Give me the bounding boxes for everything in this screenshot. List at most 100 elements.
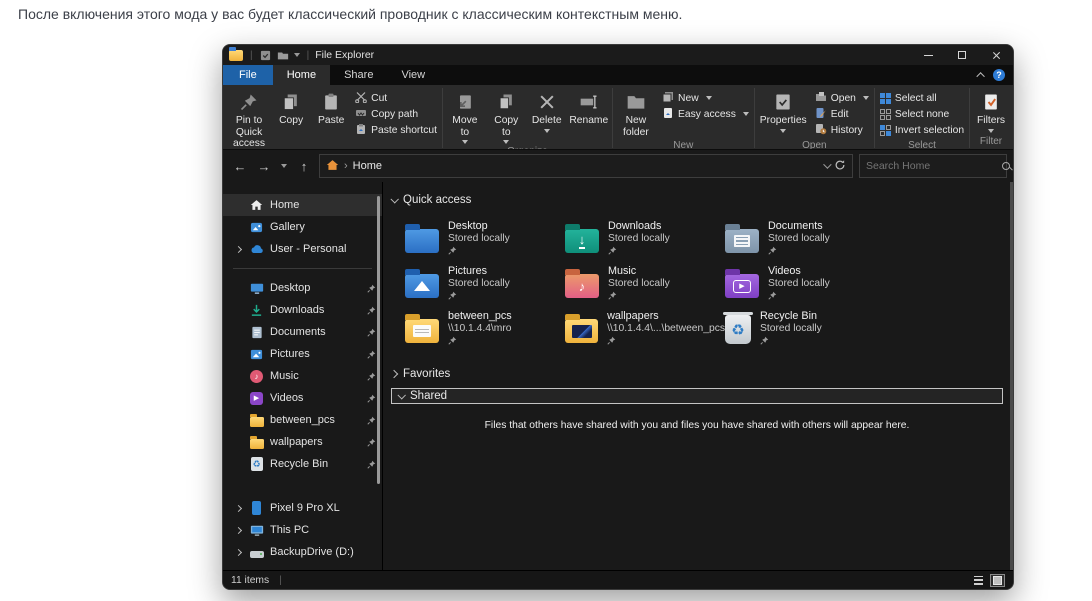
group-separator	[753, 88, 755, 148]
sidebar-item-music[interactable]: ♪ Music	[223, 365, 382, 387]
button-label: Copy	[279, 115, 304, 126]
sidebar-item-between-pcs[interactable]: between_pcs	[223, 409, 382, 431]
filters-button[interactable]: Filters	[971, 89, 1011, 134]
maximize-button[interactable]	[945, 45, 979, 65]
copy-path-icon	[355, 107, 367, 122]
new-item-button[interactable]: New	[662, 91, 749, 105]
tab-share[interactable]: Share	[330, 65, 387, 85]
sidebar-scrollbar[interactable]	[377, 196, 380, 484]
sidebar-item-desktop[interactable]: Desktop	[223, 277, 382, 299]
videos-icon: ▶	[249, 391, 264, 406]
tile-music[interactable]: ♪ Music Stored locally	[565, 263, 725, 307]
copy-to-button[interactable]: Copy to	[486, 89, 527, 145]
properties-qat-icon[interactable]	[260, 49, 272, 61]
sidebar-item-this-pc[interactable]: This PC	[223, 519, 382, 541]
search-input[interactable]	[866, 160, 1001, 172]
refresh-icon[interactable]	[834, 159, 846, 174]
address-field[interactable]: › Home	[319, 154, 853, 178]
sidebar-item-wallpapers[interactable]: wallpapers	[223, 431, 382, 453]
edit-button[interactable]: Edit	[815, 107, 869, 121]
shared-header[interactable]: Shared	[391, 388, 1003, 404]
cut-button[interactable]: Cut	[355, 91, 437, 105]
copy-path-button[interactable]: Copy path	[355, 107, 437, 121]
button-label: Invert selection	[894, 124, 965, 136]
breadcrumb-path[interactable]: Home	[353, 160, 382, 172]
invert-selection-button[interactable]: Invert selection	[879, 123, 965, 137]
expand-chevron-icon[interactable]	[233, 548, 243, 556]
recent-locations-caret-icon[interactable]	[281, 164, 287, 168]
sidebar-item-onedrive-personal[interactable]: User - Personal	[223, 238, 382, 260]
delete-button[interactable]: Delete	[527, 89, 567, 134]
new-folder-qat-icon[interactable]	[277, 49, 289, 61]
back-button[interactable]: ←	[231, 159, 249, 174]
history-button[interactable]: History	[815, 123, 869, 137]
folder-icon	[249, 413, 264, 428]
sidebar-item-documents[interactable]: Documents	[223, 321, 382, 343]
status-bar: 11 items |	[223, 570, 1013, 589]
details-view-button[interactable]	[971, 574, 986, 587]
select-all-button[interactable]: Select all	[879, 91, 964, 105]
content-scrollbar[interactable]	[1010, 182, 1013, 570]
music-icon: ♪	[249, 369, 264, 384]
sidebar-item-recycle-bin[interactable]: ♻ Recycle Bin	[223, 453, 382, 475]
new-folder-icon	[625, 90, 647, 114]
tile-downloads[interactable]: ↓ Downloads Stored locally	[565, 218, 725, 262]
tile-wallpapers[interactable]: wallpapers \\10.1.4.4\...\between_pcs	[565, 308, 725, 352]
home-icon	[249, 198, 264, 213]
pin-to-quick-access-button[interactable]: Pin to Quick access	[227, 89, 271, 151]
paste-shortcut-button[interactable]: Paste shortcut	[355, 123, 437, 137]
minimize-button[interactable]	[911, 45, 945, 65]
up-button[interactable]: ↑	[295, 159, 313, 174]
help-icon[interactable]: ?	[993, 69, 1005, 81]
collapse-ribbon-icon[interactable]	[976, 72, 985, 81]
button-label: Filters	[977, 115, 1006, 126]
close-button[interactable]	[979, 45, 1013, 65]
sidebar-item-backupdrive[interactable]: BackupDrive (D:)	[223, 541, 382, 563]
expand-chevron-icon[interactable]	[233, 245, 243, 253]
tile-desktop[interactable]: Desktop Stored locally	[405, 218, 565, 262]
rename-icon	[578, 90, 600, 114]
sidebar-item-downloads[interactable]: Downloads	[223, 299, 382, 321]
select-none-button[interactable]: Select none	[879, 107, 964, 121]
properties-button[interactable]: Properties	[756, 89, 811, 134]
move-to-button[interactable]: Move to	[444, 89, 486, 145]
onedrive-cloud-icon	[249, 242, 264, 257]
sidebar-item-videos[interactable]: ▶ Videos	[223, 387, 382, 409]
tab-home[interactable]: Home	[272, 65, 331, 85]
folder-icon	[249, 435, 264, 450]
pin-icon	[608, 246, 670, 258]
tile-pictures[interactable]: Pictures Stored locally	[405, 263, 565, 307]
forward-button[interactable]: →	[255, 159, 273, 174]
rename-button[interactable]: Rename	[567, 89, 611, 128]
paste-button[interactable]: Paste	[311, 89, 351, 128]
sidebar-item-home[interactable]: Home	[223, 194, 382, 216]
expand-chevron-icon[interactable]	[233, 526, 243, 534]
tile-recycle-bin[interactable]: ♻ Recycle Bin Stored locally	[723, 308, 885, 352]
search-box[interactable]	[859, 154, 1010, 178]
tile-videos[interactable]: ▶ Videos Stored locally	[725, 263, 885, 307]
expand-chevron-icon[interactable]	[233, 504, 243, 512]
window-body: Home Gallery User - Personal Desktop Dow…	[223, 182, 1013, 570]
page: После включения этого мода у вас будет к…	[0, 0, 1092, 601]
favorites-header[interactable]: Favorites	[389, 366, 1003, 382]
sidebar-item-pictures[interactable]: Pictures	[223, 343, 382, 365]
open-button[interactable]: Open	[815, 91, 869, 105]
address-dropdown-icon[interactable]	[823, 160, 832, 169]
sidebar-item-gallery[interactable]: Gallery	[223, 216, 382, 238]
easy-access-button[interactable]: Easy access	[662, 107, 749, 121]
quick-access-header[interactable]: Quick access	[390, 192, 1003, 208]
pin-icon	[364, 350, 376, 359]
tile-between-pcs[interactable]: between_pcs \\10.1.4.4\mro	[405, 308, 565, 352]
sidebar-item-label: Downloads	[270, 304, 325, 316]
tab-view[interactable]: View	[387, 65, 439, 85]
tile-documents[interactable]: Documents Stored locally	[725, 218, 885, 262]
copy-button[interactable]: Copy	[271, 89, 311, 128]
separator: |	[306, 49, 310, 61]
large-icons-view-button[interactable]	[990, 573, 1005, 587]
tile-subtitle: Stored locally	[768, 233, 830, 244]
tab-file[interactable]: File	[223, 65, 273, 85]
new-folder-button[interactable]: New folder	[614, 89, 658, 139]
sidebar-item-pixel-9-pro-xl[interactable]: Pixel 9 Pro XL	[223, 497, 382, 519]
customize-qat-caret-icon[interactable]	[293, 53, 300, 57]
navigation-pane: Home Gallery User - Personal Desktop Dow…	[223, 182, 383, 570]
